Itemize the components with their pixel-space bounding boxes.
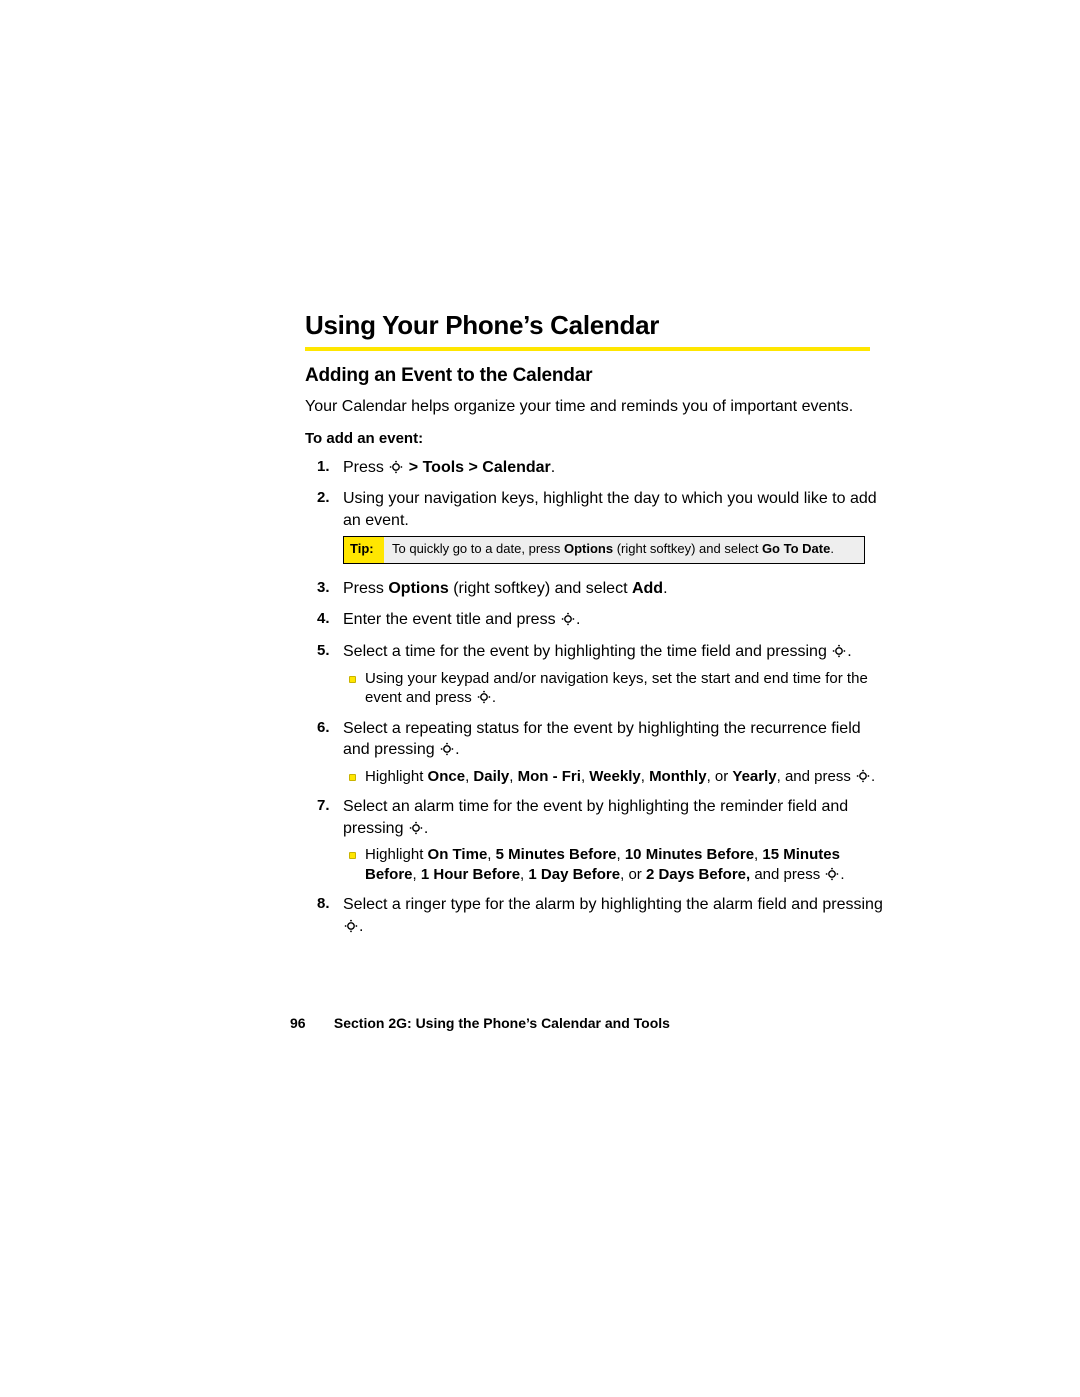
s7s-b6: 1 Day Before bbox=[528, 866, 620, 883]
s7s-c4: , bbox=[413, 866, 421, 883]
step-6-sublist: Highlight Once, Daily, Mon - Fri, Weekly… bbox=[343, 767, 885, 787]
step-5-a: Select a time for the event by highlight… bbox=[343, 643, 831, 660]
nav-key-icon bbox=[389, 460, 403, 474]
step-3-a: Press bbox=[343, 580, 388, 597]
s6s-a: Highlight bbox=[365, 768, 428, 785]
footer-text: Section 2G: Using the Phone’s Calendar a… bbox=[334, 1015, 670, 1031]
step-5-sub-a: Using your keypad and/or navigation keys… bbox=[365, 670, 868, 707]
step-5-sub-1: Using your keypad and/or navigation keys… bbox=[343, 669, 885, 708]
tip-text-b: Options bbox=[564, 541, 613, 556]
s6s-b4: Weekly bbox=[589, 768, 640, 785]
step-6: Select a repeating status for the event … bbox=[305, 718, 885, 787]
step-1-text-a: Press bbox=[343, 459, 388, 476]
step-3-e: . bbox=[663, 580, 667, 597]
step-6-b: . bbox=[455, 741, 459, 758]
step-list: Press > Tools > Calendar. Using your nav… bbox=[305, 457, 885, 938]
step-2: Using your navigation keys, highlight th… bbox=[305, 488, 885, 563]
s6s-b3: Mon - Fri bbox=[518, 768, 581, 785]
s7s-b3: 10 Minutes Before bbox=[625, 846, 754, 863]
s6s-b1: Once bbox=[428, 768, 466, 785]
step-4: Enter the event title and press . bbox=[305, 609, 885, 631]
s6s-b5: Monthly bbox=[649, 768, 707, 785]
s6s-c5: , or bbox=[707, 768, 733, 785]
nav-key-icon bbox=[856, 769, 870, 783]
s7s-c7: and press bbox=[750, 866, 824, 883]
step-4-a: Enter the event title and press bbox=[343, 611, 560, 628]
nav-key-icon bbox=[561, 612, 575, 626]
step-5: Select a time for the event by highlight… bbox=[305, 641, 885, 708]
step-5-b: . bbox=[847, 643, 851, 660]
s6s-c2: , bbox=[509, 768, 517, 785]
page-title: Using Your Phone’s Calendar bbox=[305, 310, 885, 341]
step-3: Press Options (right softkey) and select… bbox=[305, 578, 885, 600]
s6s-b2: Daily bbox=[473, 768, 509, 785]
s7s-a: Highlight bbox=[365, 846, 428, 863]
step-5-sublist: Using your keypad and/or navigation keys… bbox=[343, 669, 885, 708]
nav-key-icon bbox=[477, 690, 491, 704]
s6s-c6: , and press bbox=[777, 768, 855, 785]
manual-page: Using Your Phone’s Calendar Adding an Ev… bbox=[0, 0, 1080, 1397]
step-1: Press > Tools > Calendar. bbox=[305, 457, 885, 479]
procedure-lead: To add an event: bbox=[305, 430, 885, 447]
tip-body: To quickly go to a date, press Options (… bbox=[384, 537, 864, 563]
s7s-b1: On Time bbox=[428, 846, 488, 863]
page-number: 96 bbox=[290, 1015, 330, 1031]
s6s-b6: Yearly bbox=[732, 768, 776, 785]
step-5-sub-b: . bbox=[492, 689, 496, 706]
nav-key-icon bbox=[409, 821, 423, 835]
tip-text-d: Go To Date bbox=[762, 541, 830, 556]
step-8-b: . bbox=[359, 918, 363, 935]
step-7-sublist: Highlight On Time, 5 Minutes Before, 10 … bbox=[343, 845, 885, 884]
tip-text-c: (right softkey) and select bbox=[613, 541, 762, 556]
s6s-c4: , bbox=[641, 768, 649, 785]
heading-underline bbox=[305, 347, 870, 351]
step-3-b: Options bbox=[388, 580, 448, 597]
tip-text-a: To quickly go to a date, press bbox=[392, 541, 564, 556]
nav-key-icon bbox=[825, 867, 839, 881]
step-7-b: . bbox=[424, 820, 428, 837]
nav-key-icon bbox=[344, 919, 358, 933]
s7s-c1: , bbox=[487, 846, 495, 863]
step-6-a: Select a repeating status for the event … bbox=[343, 720, 861, 759]
tip-box: Tip: To quickly go to a date, press Opti… bbox=[343, 536, 865, 564]
step-7: Select an alarm time for the event by hi… bbox=[305, 796, 885, 884]
nav-key-icon bbox=[440, 742, 454, 756]
step-8: Select a ringer type for the alarm by hi… bbox=[305, 894, 885, 937]
step-3-c: (right softkey) and select bbox=[449, 580, 632, 597]
tip-label: Tip: bbox=[344, 537, 384, 563]
s7s-c6: , or bbox=[620, 866, 646, 883]
page-footer: 96 Section 2G: Using the Phone’s Calenda… bbox=[290, 1015, 670, 1031]
tip-text-e: . bbox=[830, 541, 834, 556]
step-6-sub-1: Highlight Once, Daily, Mon - Fri, Weekly… bbox=[343, 767, 885, 787]
step-1-text-post: . bbox=[551, 459, 555, 476]
s7s-b2: 5 Minutes Before bbox=[496, 846, 617, 863]
step-7-sub-1: Highlight On Time, 5 Minutes Before, 10 … bbox=[343, 845, 885, 884]
step-8-a: Select a ringer type for the alarm by hi… bbox=[343, 896, 883, 913]
s7s-b7: 2 Days Before, bbox=[646, 866, 750, 883]
s6s-d: . bbox=[871, 768, 875, 785]
s7s-b5: 1 Hour Before bbox=[421, 866, 520, 883]
intro-paragraph: Your Calendar helps organize your time a… bbox=[305, 397, 885, 418]
content-column: Using Your Phone’s Calendar Adding an Ev… bbox=[305, 310, 885, 938]
section-title: Adding an Event to the Calendar bbox=[305, 365, 885, 387]
step-4-b: . bbox=[576, 611, 580, 628]
step-2-text: Using your navigation keys, highlight th… bbox=[343, 490, 877, 529]
step-3-d: Add bbox=[632, 580, 663, 597]
s7s-c2: , bbox=[617, 846, 625, 863]
nav-key-icon bbox=[832, 644, 846, 658]
step-1-text-bold: > Tools > Calendar bbox=[409, 459, 551, 476]
s7s-d: . bbox=[840, 866, 844, 883]
